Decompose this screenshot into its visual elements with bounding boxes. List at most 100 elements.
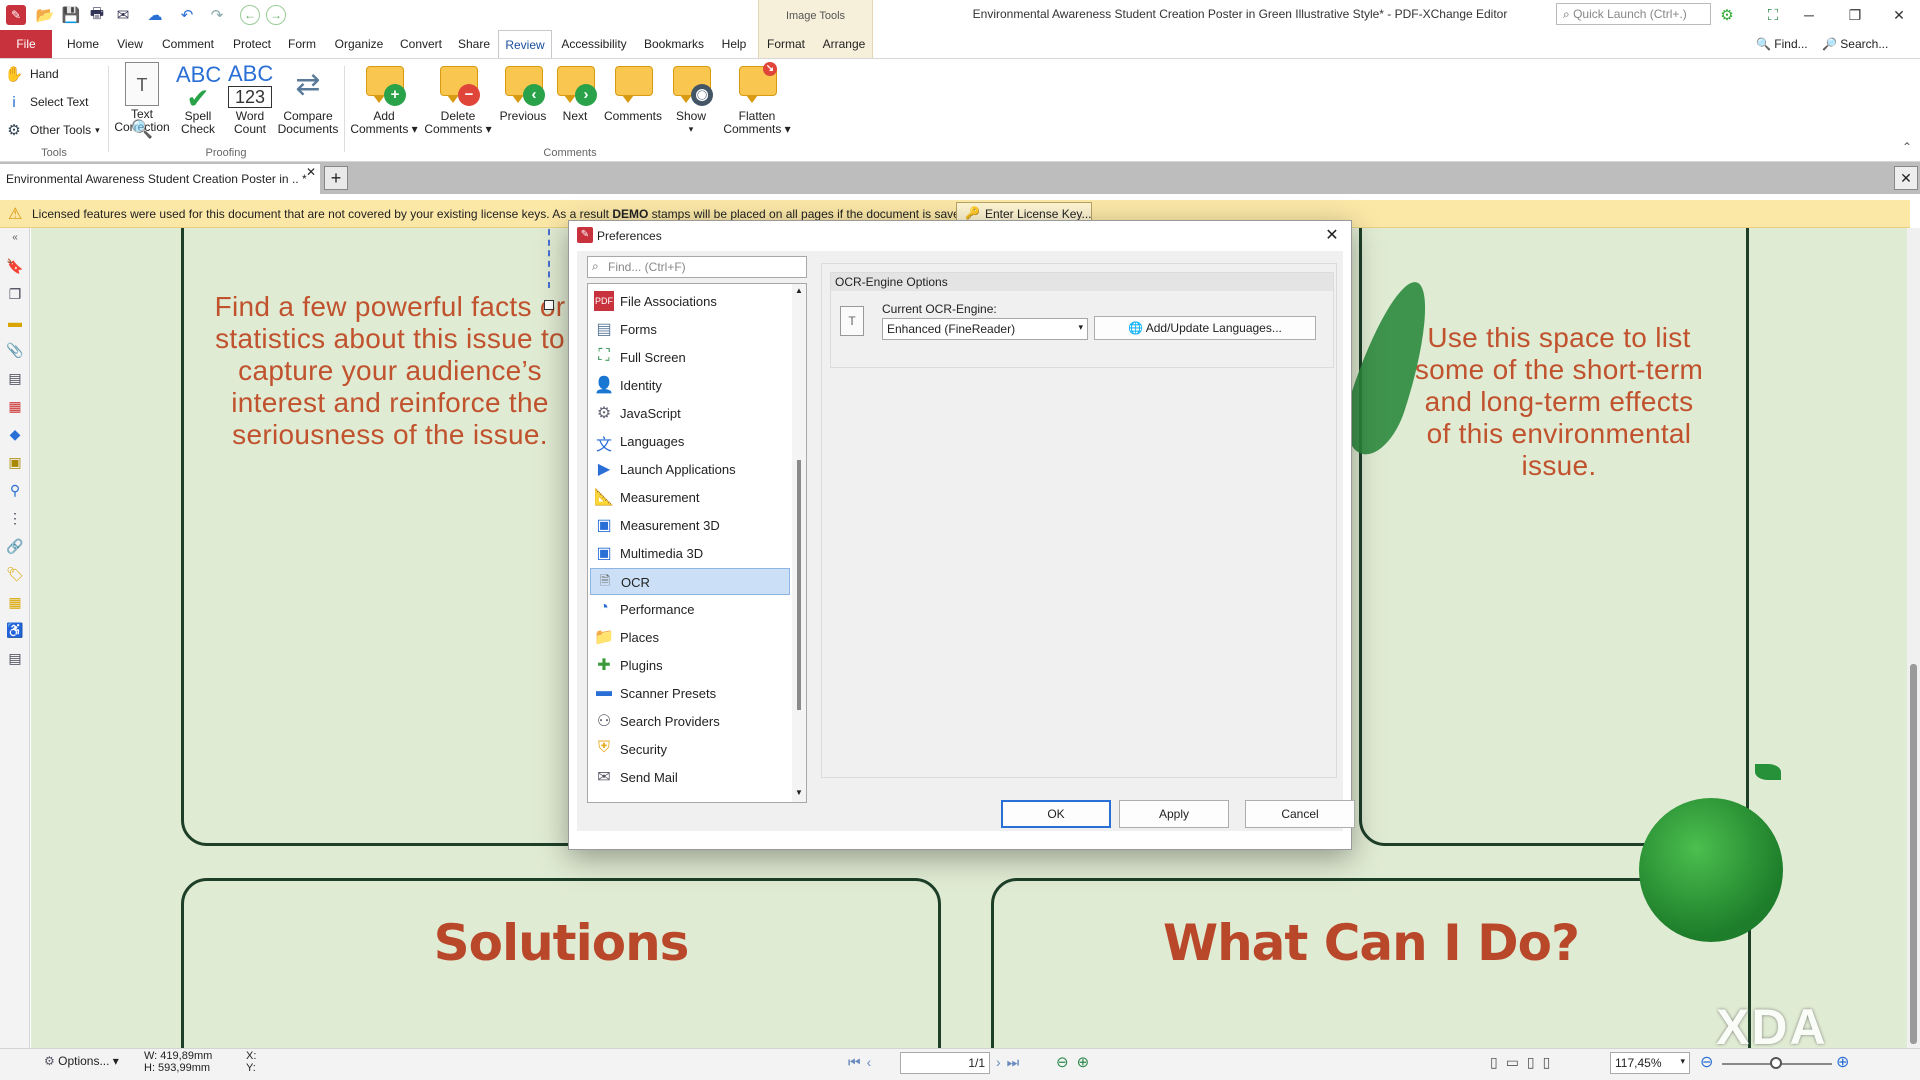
word-count-button[interactable]: ABC 123 Word Count [224,62,276,136]
collapse-sidebar-icon[interactable]: « [5,232,25,252]
links-pane-icon[interactable]: 🔗 [5,538,25,558]
options-button[interactable]: ⚙ Options... ▾ [44,1054,119,1068]
back-icon[interactable]: ← [240,5,260,25]
menu-view[interactable]: View [112,30,148,58]
add-update-languages-button[interactable]: 🌐 Add/Update Languages... [1094,316,1316,340]
show-comments-button[interactable]: ◉ Show ▾ [668,62,714,136]
dialog-close-icon[interactable]: ✕ [1319,225,1345,247]
apply-button[interactable]: Apply [1119,800,1229,828]
zoom-slider-thumb[interactable] [1770,1057,1782,1069]
category-security[interactable]: ⛨ Security [590,736,790,763]
category-send-mail[interactable]: ✉ Send Mail [590,764,790,791]
menu-review[interactable]: Review [498,30,552,58]
zoom-select[interactable]: 117,45% ▾ [1610,1052,1690,1074]
menu-share[interactable]: Share [454,30,494,58]
bookmarks-pane-icon[interactable]: 🔖 [5,258,25,278]
search-button[interactable]: 🔎 Search... [1822,30,1912,58]
category-scanner-presets[interactable]: ▬ Scanner Presets [590,680,790,707]
close-document-button[interactable]: ✕ [1894,166,1918,190]
zoom-out-icon[interactable]: ⊖ [1700,1052,1713,1072]
signatures-pane-icon[interactable]: ▤ [5,370,25,390]
ok-button[interactable]: OK [1001,800,1111,828]
structure-pane-icon[interactable]: ⋮ [5,510,25,530]
menu-bookmarks[interactable]: Bookmarks [640,30,708,58]
order-pane-icon[interactable]: ▦ [5,594,25,614]
properties-pane-icon[interactable]: ▦ [5,398,25,418]
cancel-button[interactable]: Cancel [1245,800,1355,828]
content-pane-icon[interactable]: ▣ [5,454,25,474]
next-comment-button[interactable]: › Next [552,62,598,123]
fullscreen-icon[interactable]: ⛶ [1762,4,1784,26]
menu-format[interactable]: Format [762,30,810,58]
forward-icon[interactable]: → [266,5,286,25]
minimize-button[interactable]: ─ [1786,0,1832,30]
pages-pane-icon[interactable]: ❐ [5,286,25,306]
delete-comments-button[interactable]: − Delete Comments ▾ [422,62,494,136]
list-scroll-thumb[interactable] [797,460,801,710]
text-correction-button[interactable]: T🔍 TextCorrection [112,62,172,139]
category-identity[interactable]: 👤 Identity [590,372,790,399]
category-plugins[interactable]: ✚ Plugins [590,652,790,679]
category-places[interactable]: 📁 Places [590,624,790,651]
category-multimedia-3d[interactable]: ▣ Multimedia 3D [590,540,790,567]
list-scrollbar[interactable]: ▲ ▼ [792,284,806,802]
menu-protect[interactable]: Protect [228,30,276,58]
category-forms[interactable]: ▤ Forms [590,316,790,343]
comments-list-button[interactable]: Comments [602,62,664,123]
open-icon[interactable]: 📂 [34,4,56,26]
selection-handle[interactable] [544,300,554,310]
other-tools-button[interactable]: ⚙ Other Tools ▾ [4,118,99,142]
search-results-pane-icon[interactable]: ▤ [5,650,25,670]
destinations-pane-icon[interactable]: ⚲ [5,482,25,502]
document-tab[interactable]: Environmental Awareness Student Creation… [0,164,320,194]
vertical-scrollbar[interactable] [1907,228,1920,1048]
tags-pane-icon[interactable]: 🏷 [5,566,25,586]
add-comments-button[interactable]: + Add Comments ▾ [348,62,420,136]
first-prev-page-icons[interactable]: ⏮‹ [848,1054,877,1071]
preferences-search-input[interactable]: ⌕ Find... (Ctrl+F) [587,256,807,278]
category-file-associations[interactable]: PDF File Associations [590,288,790,315]
menu-file[interactable]: File [0,30,52,58]
menu-organize[interactable]: Organize [330,30,388,58]
email-icon[interactable]: ✉ [112,4,134,26]
category-measurement[interactable]: 📐 Measurement [590,484,790,511]
menu-home[interactable]: Home [62,30,104,58]
print-icon[interactable]: 🖶 [86,4,108,26]
close-window-button[interactable]: ✕ [1876,0,1920,30]
collapse-ribbon-icon[interactable]: ⌃ [1902,140,1912,154]
ocr-engine-select[interactable]: Enhanced (FineReader) ▾ [882,318,1088,340]
category-full-screen[interactable]: ⛶ Full Screen [590,344,790,371]
history-nav-icons[interactable]: ⊖⊕ [1056,1053,1097,1071]
category-search-providers[interactable]: ⚇ Search Providers [590,708,790,735]
select-text-tool[interactable]: Ꭵ Select Text [4,90,88,114]
close-tab-icon[interactable]: ✕ [306,165,316,179]
page-layout-icons[interactable]: ▯▭▯▯ [1490,1054,1558,1071]
new-tab-button[interactable]: + [324,166,348,190]
zoom-in-icon[interactable]: ⊕ [1836,1052,1849,1072]
preferences-category-list[interactable]: PDF File Associations ▤ Forms ⛶ Full Screen… [587,283,807,803]
save-icon[interactable]: 💾 [60,4,82,26]
category-launch-applications[interactable]: ▶ Launch Applications [590,456,790,483]
redo-icon[interactable]: ↷ [206,4,228,26]
undo-icon[interactable]: ↶ [176,4,198,26]
layers-pane-icon[interactable]: ◆ [5,426,25,446]
settings-icon[interactable]: ⚙ [1716,4,1738,26]
compare-documents-button[interactable]: ⇄ Compare Documents [276,62,340,136]
category-languages[interactable]: 文 Languages [590,428,790,455]
page-number-input[interactable]: 1/1 [900,1052,990,1074]
menu-arrange[interactable]: Arrange [818,30,870,58]
attachments-pane-icon[interactable]: 📎 [5,342,25,362]
previous-comment-button[interactable]: ‹ Previous [498,62,548,123]
hand-tool[interactable]: ✋ Hand [4,62,59,86]
next-last-page-icons[interactable]: ›⏭ [996,1054,1025,1071]
category-javascript[interactable]: ⚙ JavaScript [590,400,790,427]
comments-pane-icon[interactable]: ▬ [5,314,25,334]
category-ocr[interactable]: 🗎 OCR [590,568,790,595]
cloud-icon[interactable]: ☁ [144,4,166,26]
menu-help[interactable]: Help [714,30,754,58]
menu-comment[interactable]: Comment [156,30,220,58]
menu-accessibility[interactable]: Accessibility [556,30,632,58]
menu-convert[interactable]: Convert [394,30,448,58]
spell-check-button[interactable]: ABC ✔ Spell Check [172,62,224,136]
flatten-comments-button[interactable]: ↘ Flatten Comments ▾ [718,62,796,136]
